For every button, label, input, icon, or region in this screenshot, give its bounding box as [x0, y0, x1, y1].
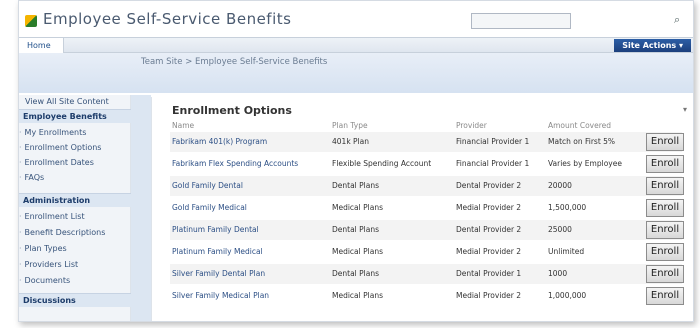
quick-launch: View All Site Content Employee Benefits …: [19, 95, 131, 321]
sidebar-item-benefit-descriptions[interactable]: · Benefit Descriptions: [19, 228, 105, 237]
bullet-icon: ·: [19, 244, 22, 253]
amount-cell: 1000: [548, 269, 568, 278]
plan-name-link[interactable]: Silver Family Medical Plan: [172, 291, 269, 301]
plan-name-link[interactable]: Platinum Family Medical: [172, 247, 263, 257]
amount-cell: 25000: [548, 225, 572, 234]
content-gutter: [131, 95, 151, 321]
sidebar-item-providers-list[interactable]: · Providers List: [19, 260, 78, 269]
table-row: Fabrikam Flex Spending Accounts Flexible…: [170, 154, 684, 174]
webpart-title: Enrollment Options: [172, 104, 292, 117]
amount-cell: Varies by Employee: [548, 159, 622, 168]
plan-name-link[interactable]: Gold Family Dental: [172, 181, 243, 191]
enrollment-options-webpart: Enrollment Options ▾ Name Plan Type Prov…: [151, 97, 691, 321]
sharepoint-window: Employee Self-Service Benefits ⌕ Home Si…: [18, 0, 694, 322]
enroll-button[interactable]: Enroll: [646, 177, 684, 195]
sidebar-item-my-enrollments[interactable]: · My Enrollments: [19, 128, 86, 137]
bullet-icon: ·: [19, 143, 22, 152]
search-icon[interactable]: ⌕: [674, 14, 686, 26]
table-row: Fabrikam 401(k) Program 401k Plan Financ…: [170, 132, 684, 152]
column-header-amount-covered[interactable]: Amount Covered: [548, 121, 611, 130]
amount-cell: 20000: [548, 181, 572, 190]
amount-cell: Match on First 5%: [548, 137, 616, 146]
provider-cell: Medial Provider 2: [456, 203, 522, 212]
enroll-button[interactable]: Enroll: [646, 221, 684, 239]
plan-type-cell: 401k Plan: [332, 137, 369, 146]
enroll-button[interactable]: Enroll: [646, 265, 684, 283]
plan-name-link[interactable]: Fabrikam 401(k) Program: [172, 137, 267, 147]
plan-type-cell: Flexible Spending Account: [332, 159, 432, 168]
enroll-button[interactable]: Enroll: [646, 199, 684, 217]
sidebar-item-enrollment-list[interactable]: · Enrollment List: [19, 212, 85, 221]
sidebar-item-documents[interactable]: · Documents: [19, 276, 70, 285]
table-row: Platinum Family Dental Dental Plans Dent…: [170, 220, 684, 240]
plan-type-cell: Medical Plans: [332, 203, 383, 212]
bullet-icon: ·: [19, 228, 22, 237]
sidebar-item-enrollment-options[interactable]: · Enrollment Options: [19, 143, 101, 152]
enroll-button[interactable]: Enroll: [646, 133, 684, 151]
table-row: Silver Family Medical Plan Medical Plans…: [170, 286, 684, 306]
table-row: Platinum Family Medical Medical Plans Me…: [170, 242, 684, 262]
sidebar-heading-employee-benefits[interactable]: Employee Benefits: [19, 109, 131, 123]
plan-type-cell: Dental Plans: [332, 225, 380, 234]
plan-name-link[interactable]: Platinum Family Dental: [172, 225, 259, 235]
sidebar-item-plan-types[interactable]: · Plan Types: [19, 244, 67, 253]
bullet-icon: ·: [19, 128, 22, 137]
provider-cell: Financial Provider 1: [456, 137, 530, 146]
bullet-icon: ·: [19, 212, 22, 221]
sidebar-heading-administration[interactable]: Administration: [19, 193, 131, 207]
plan-name-link[interactable]: Silver Family Dental Plan: [172, 269, 265, 279]
site-actions-button[interactable]: Site Actions ▾: [614, 39, 691, 52]
plan-type-cell: Dental Plans: [332, 269, 380, 278]
enroll-button[interactable]: Enroll: [646, 287, 684, 305]
title-bar: Employee Self-Service Benefits ⌕: [19, 1, 693, 31]
bullet-icon: ·: [19, 173, 22, 182]
top-navigation: Home Site Actions ▾: [19, 37, 693, 53]
view-all-site-content-link[interactable]: View All Site Content: [19, 97, 109, 106]
enroll-button[interactable]: Enroll: [646, 155, 684, 173]
provider-cell: Dental Provider 1: [456, 269, 522, 278]
table-row: Gold Family Medical Medical Plans Medial…: [170, 198, 684, 218]
amount-cell: 1,500,000: [548, 203, 587, 212]
table-row: Gold Family Dental Dental Plans Dental P…: [170, 176, 684, 196]
sidebar-item-enrollment-dates[interactable]: · Enrollment Dates: [19, 158, 94, 167]
tab-home[interactable]: Home: [19, 38, 64, 53]
webpart-menu-icon[interactable]: ▾: [683, 105, 687, 114]
breadcrumb: Team Site > Employee Self-Service Benefi…: [141, 57, 328, 67]
bullet-icon: ·: [19, 158, 22, 167]
page-banner: Team Site > Employee Self-Service Benefi…: [19, 53, 693, 93]
provider-cell: Dental Provider 2: [456, 181, 522, 190]
sidebar-heading-discussions[interactable]: Discussions: [19, 293, 131, 307]
site-title: Employee Self-Service Benefits: [43, 10, 292, 28]
plan-type-cell: Medical Plans: [332, 247, 383, 256]
column-header-provider[interactable]: Provider: [456, 121, 487, 130]
bullet-icon: ·: [19, 260, 22, 269]
column-header-plan-type[interactable]: Plan Type: [332, 121, 368, 130]
bullet-icon: ·: [19, 276, 22, 285]
plan-type-cell: Dental Plans: [332, 181, 380, 190]
provider-cell: Medial Provider 2: [456, 291, 522, 300]
amount-cell: 1,000,000: [548, 291, 587, 300]
enroll-button[interactable]: Enroll: [646, 243, 684, 261]
search-input[interactable]: [471, 13, 571, 29]
table-row: Silver Family Dental Plan Dental Plans D…: [170, 264, 684, 284]
plan-name-link[interactable]: Gold Family Medical: [172, 203, 247, 213]
sidebar-item-faqs[interactable]: · FAQs: [19, 173, 44, 182]
amount-cell: Unlimited: [548, 247, 585, 256]
site-logo-icon: [25, 15, 37, 27]
plan-type-cell: Medical Plans: [332, 291, 383, 300]
provider-cell: Financial Provider 1: [456, 159, 530, 168]
column-header-name[interactable]: Name: [172, 121, 194, 130]
provider-cell: Dental Provider 2: [456, 225, 522, 234]
provider-cell: Medial Provider 2: [456, 247, 522, 256]
plan-name-link[interactable]: Fabrikam Flex Spending Accounts: [172, 159, 298, 169]
